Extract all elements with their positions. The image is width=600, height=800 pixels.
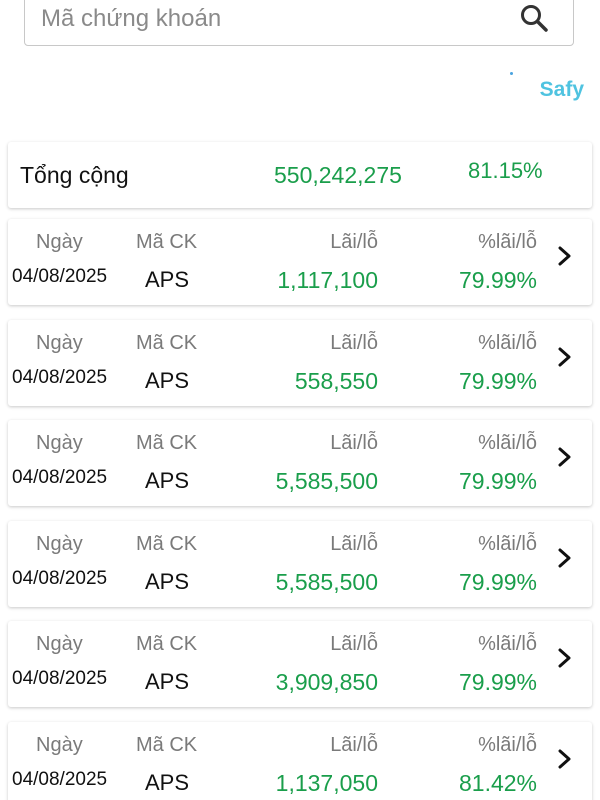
transaction-row[interactable]: Ngày Mã CK Lãi/lỗ %lãi/lỗ 04/08/2025 APS 558,5… — [8, 320, 592, 406]
profit-loss-label: Lãi/lỗ — [330, 734, 378, 756]
percent-label: %lãi/lỗ — [478, 231, 537, 253]
transaction-row[interactable]: Ngày Mã CK Lãi/lỗ %lãi/lỗ 04/08/2025 APS 5,585… — [8, 521, 592, 607]
stock-code-value: APS — [145, 569, 190, 594]
date-label: Ngày — [36, 231, 83, 253]
percent-value: 79.99% — [458, 669, 537, 695]
date-label: Ngày — [36, 533, 83, 555]
profit-loss-value: 5,585,500 — [275, 468, 378, 494]
chevron-right-icon — [558, 548, 571, 568]
stock-code-value: APS — [145, 669, 190, 694]
date-value: 04/08/2025 — [12, 367, 108, 388]
profit-loss-label: Lãi/lỗ — [330, 633, 378, 655]
profit-loss-label: Lãi/lỗ — [330, 533, 378, 555]
stock-code-value: APS — [145, 770, 190, 795]
percent-label: %lãi/lỗ — [478, 432, 537, 454]
indicator-dot — [510, 72, 513, 75]
date-value: 04/08/2025 — [12, 568, 108, 589]
stock-code-value: APS — [145, 267, 190, 292]
percent-label: %lãi/lỗ — [478, 332, 537, 354]
stock-code-value: APS — [145, 368, 190, 393]
profit-loss-label: Lãi/lỗ — [330, 432, 378, 454]
total-card: Tổng cộng 550,242,275 81.15% — [8, 142, 592, 208]
total-label: Tổng cộng — [20, 162, 129, 188]
code-label: Mã CK — [136, 533, 198, 555]
code-label: Mã CK — [136, 332, 198, 354]
search-box[interactable] — [24, 0, 574, 46]
percent-value: 79.99% — [458, 267, 537, 293]
date-value: 04/08/2025 — [12, 668, 108, 689]
chevron-right-icon — [558, 749, 571, 769]
percent-value: 79.99% — [458, 569, 537, 595]
total-value: 550,242,275 — [274, 162, 402, 188]
code-label: Mã CK — [136, 633, 198, 655]
chevron-right-icon — [558, 347, 571, 367]
percent-label: %lãi/lỗ — [478, 633, 537, 655]
code-label: Mã CK — [136, 231, 198, 253]
date-label: Ngày — [36, 734, 83, 756]
chevron-right-icon — [558, 447, 571, 467]
profit-loss-label: Lãi/lỗ — [330, 332, 378, 354]
percent-value: 79.99% — [458, 368, 537, 394]
date-value: 04/08/2025 — [12, 769, 108, 790]
search-icon[interactable] — [519, 3, 549, 33]
percent-label: %lãi/lỗ — [478, 734, 537, 756]
date-value: 04/08/2025 — [12, 467, 108, 488]
profit-loss-value: 1,137,050 — [275, 770, 378, 796]
date-label: Ngày — [36, 332, 83, 354]
transaction-row[interactable]: Ngày Mã CK Lãi/lỗ %lãi/lỗ 04/08/2025 APS 1,137… — [8, 722, 592, 800]
search-input[interactable] — [41, 1, 481, 37]
profit-loss-value: 3,909,850 — [275, 669, 378, 695]
profit-loss-value: 1,117,100 — [277, 267, 378, 293]
percent-value: 81.42% — [458, 770, 537, 796]
date-label: Ngày — [36, 633, 83, 655]
percent-label: %lãi/lỗ — [478, 533, 537, 555]
total-percent: 81.15% — [468, 158, 543, 183]
screen: Safy Tổng cộng 550,242,275 81.15% Ngày Mã… — [0, 0, 600, 800]
chevron-right-icon — [558, 648, 571, 668]
date-label: Ngày — [36, 432, 83, 454]
transaction-row[interactable]: Ngày Mã CK Lãi/lỗ %lãi/lỗ 04/08/2025 APS 1,117… — [8, 219, 592, 305]
date-value: 04/08/2025 — [12, 266, 108, 287]
stock-code-value: APS — [145, 468, 190, 493]
chevron-right-icon — [558, 246, 571, 266]
transaction-row[interactable]: Ngày Mã CK Lãi/lỗ %lãi/lỗ 04/08/2025 APS 5,585… — [8, 420, 592, 506]
code-label: Mã CK — [136, 432, 198, 454]
percent-value: 79.99% — [458, 468, 537, 494]
profit-loss-label: Lãi/lỗ — [330, 231, 378, 253]
code-label: Mã CK — [136, 734, 198, 756]
transaction-row[interactable]: Ngày Mã CK Lãi/lỗ %lãi/lỗ 04/08/2025 APS 3,909… — [8, 621, 592, 707]
profit-loss-value: 558,550 — [294, 368, 378, 394]
profit-loss-value: 5,585,500 — [275, 569, 378, 595]
brand-logo: Safy — [539, 78, 584, 101]
